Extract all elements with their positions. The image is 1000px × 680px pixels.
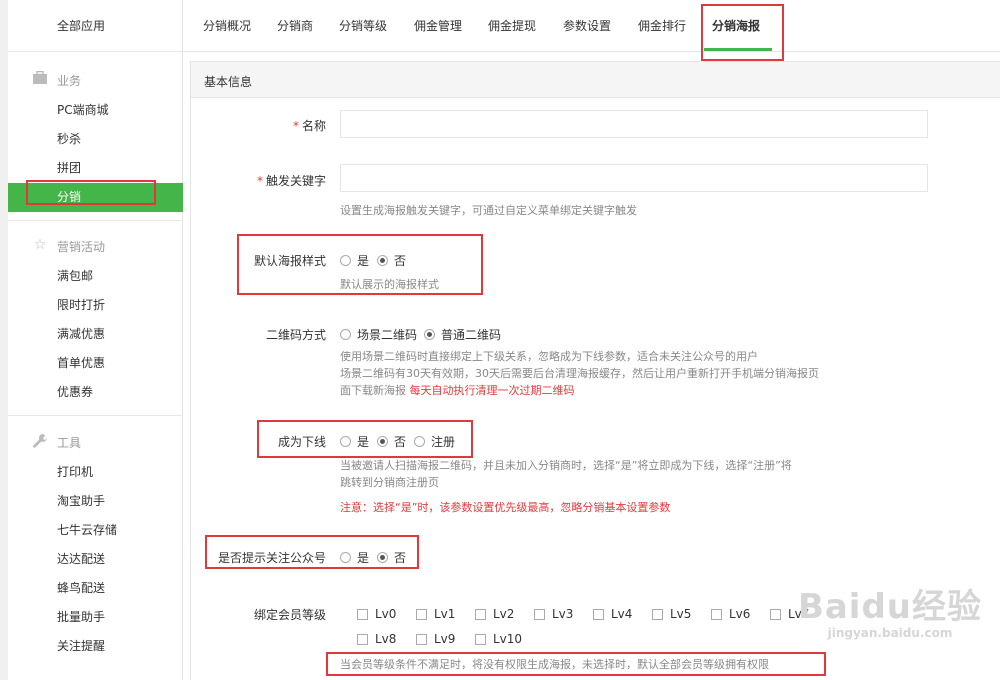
all-apps-link[interactable]: 全部应用 bbox=[8, 0, 183, 52]
radio-circle bbox=[414, 436, 425, 447]
top-tabs: 分销概况 分销商 分销等级 佣金管理 佣金提现 参数设置 佣金排行 分销海报 bbox=[183, 0, 1000, 52]
checkbox bbox=[652, 608, 663, 620]
divider bbox=[8, 415, 183, 416]
checkbox bbox=[534, 608, 545, 620]
required-mark: * bbox=[292, 119, 299, 133]
sidebar-section-business: 业务 PC端商城 秒杀 拼团 分销 bbox=[8, 62, 183, 212]
watermark: Baidu经验 jingyan.baidu.com bbox=[797, 587, 982, 640]
tab-withdraw[interactable]: 佣金提现 bbox=[488, 17, 536, 34]
follow-tip-label: 是否提示关注公众号 bbox=[217, 551, 326, 565]
sidebar-item-qiniu-storage[interactable]: 七牛云存储 bbox=[8, 516, 183, 545]
name-label: * 名称 bbox=[292, 119, 326, 133]
level-checkbox-lv1[interactable]: Lv1 bbox=[416, 607, 455, 621]
sidebar-item-seckill[interactable]: 秒杀 bbox=[8, 125, 183, 154]
level-checkbox-lv8[interactable]: Lv8 bbox=[357, 632, 396, 646]
default-style-label: 默认海报样式 bbox=[253, 254, 326, 268]
radio-circle-selected bbox=[377, 255, 388, 266]
level-checkbox-lv10[interactable]: Lv10 bbox=[475, 632, 522, 646]
briefcase-icon bbox=[32, 70, 48, 87]
follow-tip-yes-radio[interactable]: 是 bbox=[340, 549, 369, 566]
tab-distributors[interactable]: 分销商 bbox=[277, 17, 313, 34]
become-sub-yes-radio[interactable]: 是 bbox=[340, 433, 369, 450]
checkbox bbox=[357, 633, 368, 645]
keyword-help: 设置生成海报触发关键字，可通过自定义菜单绑定关键字触发 bbox=[340, 204, 637, 217]
level-checkbox-lv0[interactable]: Lv0 bbox=[357, 607, 396, 621]
qr-mode-scene-radio[interactable]: 场景二维码 bbox=[340, 326, 417, 343]
keyword-input[interactable] bbox=[340, 164, 928, 192]
sidebar-item-taobao-assistant[interactable]: 淘宝助手 bbox=[8, 487, 183, 516]
levels-help: 当会员等级条件不满足时，将没有权限生成海报，未选择时，默认全部会员等级拥有权限 bbox=[340, 658, 769, 671]
level-checkbox-lv6[interactable]: Lv6 bbox=[711, 607, 750, 621]
sidebar-item-full-reduction[interactable]: 满减优惠 bbox=[8, 320, 183, 349]
sidebar-section-title: ☆ 营销活动 bbox=[33, 237, 106, 254]
level-checkbox-lv4[interactable]: Lv4 bbox=[593, 607, 632, 621]
qr-mode-warn: 每天自动执行清理一次过期二维码 bbox=[409, 384, 575, 397]
divider bbox=[8, 220, 183, 221]
sidebar-section-marketing: ☆ 营销活动 满包邮 限时打折 满减优惠 首单优惠 优惠券 bbox=[8, 228, 183, 407]
sidebar-item-printer[interactable]: 打印机 bbox=[8, 458, 183, 487]
tab-levels[interactable]: 分销等级 bbox=[339, 17, 387, 34]
sidebar-section-tools: 工具 打印机 淘宝助手 七牛云存储 达达配送 蜂鸟配送 批量助手 关注提醒 bbox=[8, 424, 183, 661]
radio-circle bbox=[340, 436, 351, 447]
sidebar-edge bbox=[0, 0, 8, 680]
tab-overview[interactable]: 分销概况 bbox=[203, 17, 251, 34]
become-sub-no-radio[interactable]: 否 bbox=[377, 433, 406, 450]
sidebar-item-fengniao-delivery[interactable]: 蜂鸟配送 bbox=[8, 574, 183, 603]
tab-poster[interactable]: 分销海报 bbox=[712, 17, 760, 34]
sidebar-item-free-shipping[interactable]: 满包邮 bbox=[8, 262, 183, 291]
sidebar-item-coupon[interactable]: 优惠券 bbox=[8, 378, 183, 407]
radio-circle-selected bbox=[377, 436, 388, 447]
checkbox bbox=[770, 608, 781, 620]
star-icon: ☆ bbox=[33, 237, 47, 253]
sidebar-item-batch-assistant[interactable]: 批量助手 bbox=[8, 603, 183, 632]
sidebar-item-first-order[interactable]: 首单优惠 bbox=[8, 349, 183, 378]
level-checkbox-lv5[interactable]: Lv5 bbox=[652, 607, 691, 621]
checkbox bbox=[711, 608, 722, 620]
keyword-label: * 触发关键字 bbox=[256, 174, 326, 188]
qr-mode-help: 使用场景二维码时直接绑定上下级关系，忽略成为下线参数，适合未关注公众号的用户 场… bbox=[340, 350, 819, 397]
checkbox bbox=[416, 608, 427, 620]
tab-settings[interactable]: 参数设置 bbox=[563, 17, 611, 34]
tab-commission[interactable]: 佣金管理 bbox=[414, 17, 462, 34]
radio-circle-selected bbox=[377, 552, 388, 563]
become-sub-warn: 注意：选择“是”时，该参数设置优先级最高，忽略分销基本设置参数 bbox=[340, 501, 671, 514]
tab-ranking[interactable]: 佣金排行 bbox=[638, 17, 686, 34]
wrench-icon bbox=[32, 433, 48, 449]
qr-mode-label: 二维码方式 bbox=[265, 328, 326, 342]
sidebar-section-title: 工具 bbox=[8, 424, 183, 458]
radio-circle-selected bbox=[424, 329, 435, 340]
sidebar-item-follow-reminder[interactable]: 关注提醒 bbox=[8, 632, 183, 661]
required-mark: * bbox=[256, 174, 263, 188]
default-style-help: 默认展示的海报样式 bbox=[340, 278, 439, 291]
radio-circle bbox=[340, 329, 351, 340]
checkbox bbox=[593, 608, 604, 620]
name-input[interactable] bbox=[340, 110, 928, 138]
sidebar-item-pc-mall[interactable]: PC端商城 bbox=[8, 96, 183, 125]
default-style-no-radio[interactable]: 否 bbox=[377, 252, 406, 269]
follow-tip-no-radio[interactable]: 否 bbox=[377, 549, 406, 566]
radio-circle bbox=[340, 552, 351, 563]
panel-header: 基本信息 bbox=[191, 62, 1000, 98]
levels-label: 绑定会员等级 bbox=[253, 608, 326, 622]
panel-title: 基本信息 bbox=[204, 75, 253, 89]
sidebar-section-title: 业务 bbox=[8, 62, 183, 96]
checkbox bbox=[475, 608, 486, 620]
become-sub-register-radio[interactable]: 注册 bbox=[414, 433, 455, 450]
level-checkbox-lv9[interactable]: Lv9 bbox=[416, 632, 455, 646]
become-sub-help: 当被邀请人扫描海报二维码，并且未加入分销商时，选择“是”将立即成为下线，选择“注… bbox=[340, 459, 792, 489]
become-sub-label: 成为下线 bbox=[277, 435, 326, 449]
checkbox bbox=[416, 633, 427, 645]
default-style-yes-radio[interactable]: 是 bbox=[340, 252, 369, 269]
level-checkbox-lv2[interactable]: Lv2 bbox=[475, 607, 514, 621]
active-tab-indicator bbox=[704, 48, 772, 51]
sidebar-item-flash-discount[interactable]: 限时打折 bbox=[8, 291, 183, 320]
level-checkbox-lv3[interactable]: Lv3 bbox=[534, 607, 573, 621]
radio-circle bbox=[340, 255, 351, 266]
checkbox bbox=[475, 633, 486, 645]
checkbox bbox=[357, 608, 368, 620]
sidebar-item-group-buy[interactable]: 拼团 bbox=[8, 154, 183, 183]
qr-mode-normal-radio[interactable]: 普通二维码 bbox=[424, 326, 501, 343]
sidebar-item-distribution[interactable]: 分销 bbox=[8, 183, 183, 212]
sidebar-item-dada-delivery[interactable]: 达达配送 bbox=[8, 545, 183, 574]
